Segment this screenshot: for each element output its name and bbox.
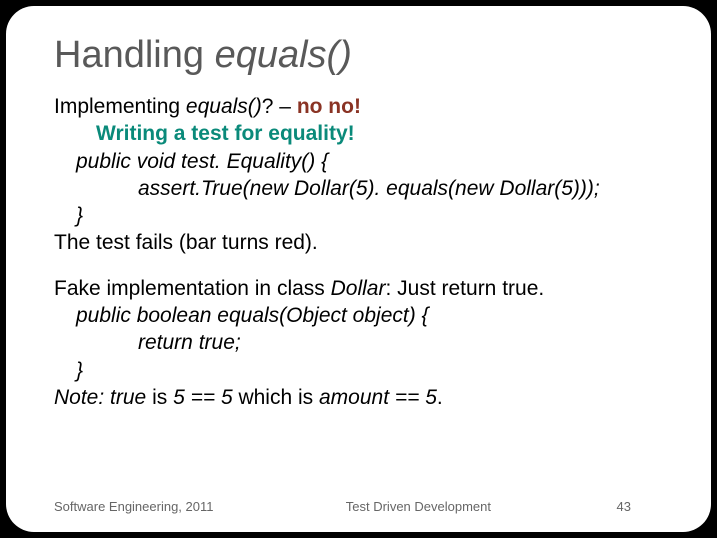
l11d: which is [238,386,319,409]
line-4: assert.True(new Dollar(5). equals(new Do… [54,175,671,202]
l7a: Fake implementation in class [54,277,331,300]
page-number: 43 [617,499,631,514]
line-8: public boolean equals(Object object) { [54,302,671,329]
l11f: . [437,386,443,409]
line-10: } [54,357,671,384]
line-1: Implementing equals()? – no no! [54,93,671,120]
footer: Software Engineering, 2011 Test Driven D… [54,499,671,514]
line-7: Fake implementation in class Dollar: Jus… [54,275,671,302]
footer-center: Test Driven Development [346,499,491,514]
line-6: The test fails (bar turns red). [54,229,671,256]
line-9: return true; [54,329,671,356]
l7c: : Just return true. [385,277,544,300]
l11a: Note: true [54,386,152,409]
footer-left: Software Engineering, 2011 [54,499,213,514]
l11e: amount == 5 [319,386,437,409]
l11c: 5 == 5 [173,386,238,409]
paragraph-gap [54,257,671,275]
l7b: Dollar [331,277,386,300]
l1d: no no! [297,95,361,118]
title-plain: Handling [54,34,215,76]
title-italic: equals() [215,34,352,76]
slide-title: Handling equals() [54,34,671,77]
l1c: ? – [262,95,297,118]
l1a: Implementing [54,95,186,118]
l1b: equals() [186,95,262,118]
line-11: Note: true is 5 == 5 which is amount == … [54,384,671,411]
line-3: public void test. Equality() { [54,148,671,175]
line-5: } [54,202,671,229]
line-2: Writing a test for equality! [54,120,671,147]
slide-body: Implementing equals()? – no no! Writing … [54,93,671,411]
slide: Handling equals() Implementing equals()?… [6,6,711,532]
l11b: is [152,386,173,409]
